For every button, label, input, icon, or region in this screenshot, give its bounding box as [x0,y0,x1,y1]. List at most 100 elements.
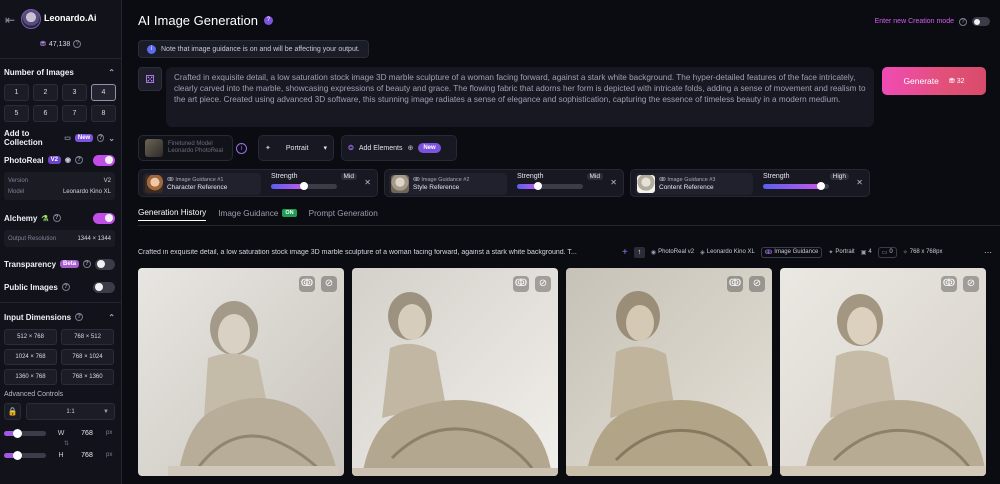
generate-cost-value: 32 [956,77,965,85]
num-images-option[interactable]: 1 [4,84,29,101]
add-elements-button[interactable]: ❂ Add Elements ⊕ New [341,135,457,161]
aspect-ratio-select[interactable]: 1:1 ▼ [26,403,115,420]
random-prompt-dice-icon[interactable]: ⚄ [138,67,162,91]
info-icon[interactable]: ? [75,313,84,321]
orientation-select[interactable]: ✦ Portrait ▾ [258,135,334,161]
help-icon[interactable]: ? [263,16,273,25]
guidance-reference[interactable]: ↂ Image Guidance #1 Character Reference [143,173,261,195]
generate-button[interactable]: Generate ⛃ 32 [882,67,986,95]
height-row: H 768 px [4,448,115,462]
number-of-images-grid: 1 2 3 4 5 6 7 8 [4,84,116,122]
sidebar-header: ⇤ Leonardo.Ai ⛃ 47,138 ? [0,0,121,58]
hide-icon[interactable]: ⊘ [321,276,337,292]
info-icon[interactable]: i [236,142,247,154]
num-images-option[interactable]: 3 [62,84,87,101]
model-value: Leonardo Kino XL [62,188,111,195]
orientation-tag: ✦ Portrait [828,249,855,256]
guidance-name: Style Reference [413,184,460,191]
statue-image [138,268,344,476]
close-icon[interactable]: ✕ [856,178,863,187]
folder-tag[interactable]: ▭ 0 [877,246,897,258]
height-slider[interactable] [4,450,46,460]
close-icon[interactable]: ✕ [610,178,617,187]
width-slider[interactable] [4,428,46,438]
version-key: Version [8,177,29,184]
generation-prompt[interactable]: Crafted in exquisite detail, a low satur… [138,249,616,256]
creation-mode-label[interactable]: Enter new Creation mode [875,18,954,25]
height-value[interactable]: 768 [76,452,98,459]
tab-prompt-generation[interactable]: Prompt Generation [309,205,378,221]
reuse-prompt-icon[interactable]: ↑ [633,246,645,258]
link-dimensions-icon[interactable]: ⇅ [18,440,115,448]
alchemy-toggle[interactable] [93,212,115,224]
dimension-option[interactable]: 1360 × 768 [4,369,57,385]
num-images-option[interactable]: 2 [33,84,58,101]
generated-image[interactable]: ↂ ⊘ [566,268,772,476]
tab-label: Prompt Generation [308,208,378,218]
preset-chip[interactable]: Finetuned Model Leonardo PhotoReal [138,135,233,161]
num-images-option[interactable]: 5 [4,105,29,122]
divider [0,58,121,59]
strength-level[interactable]: High [829,173,849,180]
strength-slider[interactable] [517,182,583,190]
input-dimensions-section: Input Dimensions ? ⌃ 512 × 768 768 × 512… [4,311,115,385]
guidance-strength: Strength Mid [271,173,357,190]
hide-icon[interactable]: ⊘ [963,276,979,292]
info-icon[interactable]: ? [52,214,61,222]
plus-circle-icon: ⊕ [407,145,414,152]
lock-icon[interactable]: 🔒 [4,403,21,420]
info-icon[interactable]: ? [83,260,91,268]
tab-generation-history[interactable]: Generation History [138,205,207,221]
strength-slider[interactable] [763,182,829,190]
strength-level[interactable]: Mid [340,173,357,180]
guidance-reference[interactable]: ↂ Image Guidance #3 Content Reference [635,173,753,195]
dimension-option[interactable]: 768 × 1024 [61,349,114,365]
guidance-small-label: Image Guidance #2 [421,177,470,183]
photoreal-toggle[interactable] [93,154,115,166]
camera-icon: ◉ [64,157,72,164]
close-icon[interactable]: ✕ [364,178,371,187]
strength-level[interactable]: Mid [586,173,603,180]
sparkle-icon: ✦ [265,145,271,152]
num-images-option-selected[interactable]: 4 [91,84,116,101]
info-icon: i [147,44,156,54]
add-icon[interactable]: + [622,247,628,258]
info-icon[interactable]: ? [75,156,84,164]
prompt-input[interactable]: Crafted in exquisite detail, a low satur… [166,67,874,127]
generated-image[interactable]: ↂ ⊘ [138,268,344,476]
token-count: 47,138 [48,40,71,48]
dimension-option[interactable]: 768 × 512 [61,329,114,345]
add-to-collection-row[interactable]: Add to Collection ▭ New ? ⌄ [4,129,115,147]
dimension-option[interactable]: 512 × 768 [4,329,57,345]
upscale-icon[interactable]: ↂ [941,276,957,292]
alchemy-section: Alchemy ⚗ ? Output Resolution 1344 × 1344 [4,212,115,247]
strength-slider[interactable] [271,182,337,190]
num-images-option[interactable]: 8 [91,105,116,122]
num-images-option[interactable]: 6 [33,105,58,122]
dimension-option[interactable]: 768 × 1360 [61,369,114,385]
generated-image[interactable]: ↂ ⊘ [780,268,986,476]
generated-image[interactable]: ↂ ⊘ [352,268,558,476]
hide-icon[interactable]: ⊘ [535,276,551,292]
public-images-toggle[interactable] [93,281,115,293]
tab-image-guidance[interactable]: Image Guidance ON [218,205,297,221]
guidance-notice: i Note that image guidance is on and wil… [138,40,369,58]
transparency-toggle[interactable] [94,258,115,270]
more-options-icon[interactable]: ⋯ [984,248,992,257]
guidance-reference[interactable]: ↂ Image Guidance #2 Style Reference [389,173,507,195]
width-value[interactable]: 768 [76,430,98,437]
creation-mode-toggle[interactable] [972,17,990,26]
info-icon[interactable]: ? [61,283,70,291]
hide-icon[interactable]: ⊘ [749,276,765,292]
upscale-icon[interactable]: ↂ [727,276,743,292]
token-info-icon[interactable]: ? [73,40,82,48]
upscale-icon[interactable]: ↂ [513,276,529,292]
number-of-images-header[interactable]: Number of Images ⌃ [4,66,115,78]
back-arrow-icon[interactable]: ⇤ [5,13,15,27]
upscale-icon[interactable]: ↂ [299,276,315,292]
info-icon[interactable]: ? [97,134,105,142]
input-dimensions-header[interactable]: Input Dimensions ? ⌃ [4,311,115,323]
dimension-option[interactable]: 1024 × 768 [4,349,57,365]
info-icon[interactable]: ? [959,17,967,26]
num-images-option[interactable]: 7 [62,105,87,122]
